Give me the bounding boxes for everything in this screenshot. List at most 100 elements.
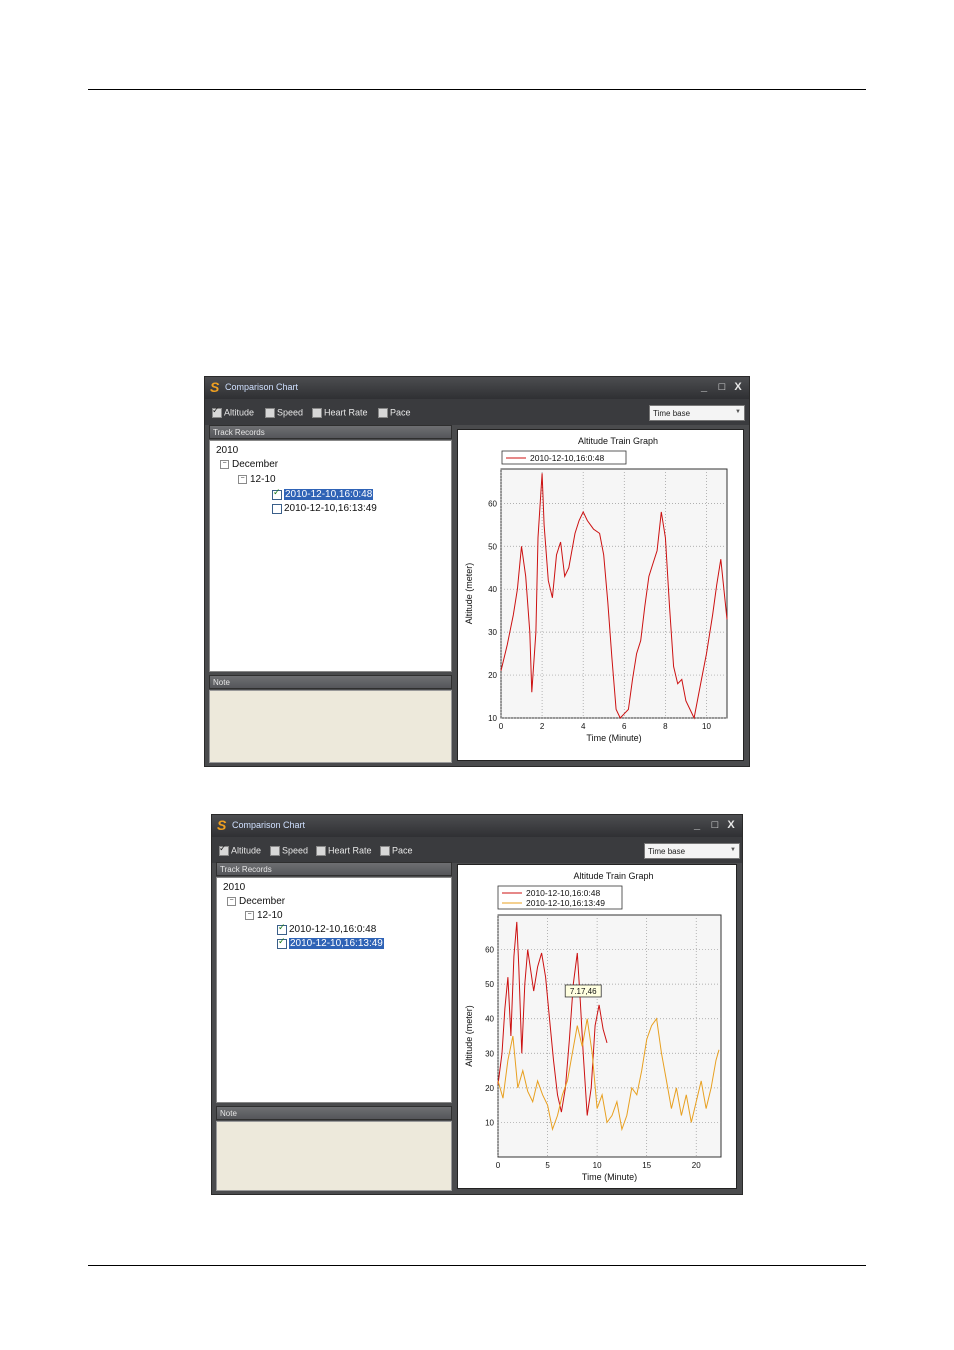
minimize-button[interactable]: _ [697, 380, 711, 394]
x-tick-label: 0 [496, 1161, 501, 1170]
select-value: Time base [653, 409, 691, 418]
altitude-checkbox[interactable]: Altitude [212, 405, 255, 419]
note-box[interactable] [216, 1121, 452, 1191]
chevron-down-icon: ▼ [735, 409, 741, 415]
altitude-checkbox[interactable]: Altitude [219, 843, 262, 857]
y-axis-label: Altitude (meter) [464, 1005, 474, 1067]
title-bar[interactable]: S Comparison Chart _ □ X [205, 377, 749, 399]
x-tick-label: 4 [581, 722, 586, 731]
time-base-select[interactable]: Time base ▼ [644, 843, 740, 859]
legend-label: 2010-12-10,16:0:48 [526, 888, 600, 898]
record-checkbox-icon[interactable] [277, 922, 287, 935]
track-records-header: Track Records [209, 425, 452, 439]
plot-area [497, 914, 722, 1158]
pace-checkbox[interactable]: Pace [380, 845, 413, 857]
tree-year[interactable]: 2010 [216, 445, 238, 456]
checkbox-icon [380, 845, 390, 856]
title-bar[interactable]: S Comparison Chart _ □ X [212, 815, 742, 837]
checkbox-label: Altitude [231, 845, 262, 856]
checkbox-label: Heart Rate [324, 407, 368, 418]
y-tick-label: 20 [485, 1084, 494, 1093]
tree-record-1[interactable]: 2010-12-10,16:0:48 [272, 487, 374, 500]
y-tick-label: 60 [485, 946, 494, 955]
chart-frame: Altitude Train Graph 0 5 10 15 20 10 20 30 40 50 60… [457, 864, 737, 1189]
checkbox-icon [212, 405, 222, 418]
checkbox-label: Altitude [224, 407, 255, 418]
y-tick-label: 10 [485, 1118, 494, 1127]
x-axis-label: Time (Minute) [582, 1172, 637, 1182]
close-button[interactable]: X [731, 380, 745, 394]
maximize-button[interactable]: □ [708, 818, 722, 832]
x-tick-label: 0 [499, 722, 504, 731]
app-logo-icon: S [210, 379, 220, 395]
collapse-icon[interactable]: − [220, 460, 229, 469]
window-title: Comparison Chart [232, 820, 306, 830]
tree-day[interactable]: −12-10 [245, 910, 283, 921]
checkbox-icon [312, 407, 322, 418]
header-rule [88, 89, 866, 90]
speed-checkbox[interactable]: Speed [270, 845, 308, 857]
heart-rate-checkbox[interactable]: Heart Rate [316, 845, 372, 857]
y-tick-label: 60 [488, 499, 497, 508]
altitude-chart: Altitude Train Graph 0 2 4 6 8 10 10 20 30 40 50 60 T… [464, 436, 728, 743]
y-axis-label: Altitude (meter) [464, 563, 474, 625]
tree-month[interactable]: − December [227, 896, 285, 907]
tree-day[interactable]: −12-10 [238, 474, 276, 485]
close-button[interactable]: X [724, 818, 738, 832]
tree-label: 2010-12-10,16:0:48 [284, 489, 374, 500]
tree-record-2[interactable]: 2010-12-10,16:13:49 [272, 503, 377, 514]
minimize-button[interactable]: _ [690, 818, 704, 832]
x-tick-label: 10 [593, 1161, 602, 1170]
toolbar: Altitude Speed Heart Rate Pace Time base… [205, 399, 749, 425]
tree-record-2[interactable]: 2010-12-10,16:13:49 [277, 936, 384, 949]
tree-month[interactable]: − December [220, 459, 278, 470]
toolbar: Altitude Speed Heart Rate Pace Time base… [212, 837, 742, 863]
tree-label: December [232, 459, 279, 470]
x-tick-label: 6 [622, 722, 627, 731]
tree-label: December [239, 896, 286, 907]
chart-title: Altitude Train Graph [573, 871, 653, 881]
legend-label: 2010-12-10,16:0:48 [530, 453, 604, 463]
checkbox-icon [316, 845, 326, 856]
checkbox-icon [219, 843, 229, 856]
x-tick-label: 10 [702, 722, 711, 731]
maximize-button[interactable]: □ [715, 380, 729, 394]
pace-checkbox[interactable]: Pace [378, 407, 411, 419]
tree-record-1[interactable]: 2010-12-10,16:0:48 [277, 922, 377, 935]
track-tree[interactable]: 2010 −December −12-10 2010-12-10,16:0:48… [216, 877, 452, 1103]
heart-rate-checkbox[interactable]: Heart Rate [312, 407, 368, 419]
collapse-icon[interactable]: − [245, 911, 254, 920]
tree-label: 2010-12-10,16:0:48 [289, 924, 377, 935]
checkbox-icon [270, 845, 280, 856]
checkbox-label: Pace [392, 845, 413, 856]
x-axis-label: Time (Minute) [586, 733, 641, 743]
y-tick-label: 50 [488, 542, 497, 551]
footer-rule [88, 1265, 866, 1266]
y-tick-label: 10 [488, 714, 497, 723]
y-tick-label: 50 [485, 980, 494, 989]
x-tick-label: 5 [545, 1161, 550, 1170]
legend-label: 2010-12-10,16:13:49 [526, 898, 605, 908]
record-checkbox-icon[interactable] [277, 936, 287, 949]
note-header: Note [216, 1106, 452, 1120]
collapse-icon[interactable]: − [238, 475, 247, 484]
checkbox-label: Pace [390, 407, 411, 418]
track-tree[interactable]: 2010 −December −12-10 2010-12-10,16:0:48… [209, 440, 452, 672]
tree-label: 2010 [223, 882, 246, 893]
x-tick-label: 20 [692, 1161, 701, 1170]
collapse-icon[interactable]: − [227, 897, 236, 906]
select-value: Time base [648, 847, 686, 856]
record-checkbox-icon[interactable] [272, 503, 282, 514]
record-checkbox-icon[interactable] [272, 487, 282, 500]
comparison-chart-window: S Comparison Chart _ □ X Altitude Speed … [204, 376, 750, 767]
tree-year[interactable]: 2010 [223, 882, 245, 893]
x-tick-label: 15 [642, 1161, 651, 1170]
y-tick-label: 30 [485, 1049, 494, 1058]
y-tick-label: 20 [488, 671, 497, 680]
speed-checkbox[interactable]: Speed [265, 407, 303, 419]
y-tick-label: 40 [485, 1015, 494, 1024]
note-box[interactable] [209, 690, 452, 763]
chart-title: Altitude Train Graph [578, 436, 658, 446]
time-base-select[interactable]: Time base ▼ [649, 405, 745, 421]
altitude-chart: Altitude Train Graph 0 5 10 15 20 10 20 30 40 50 60… [464, 871, 722, 1182]
